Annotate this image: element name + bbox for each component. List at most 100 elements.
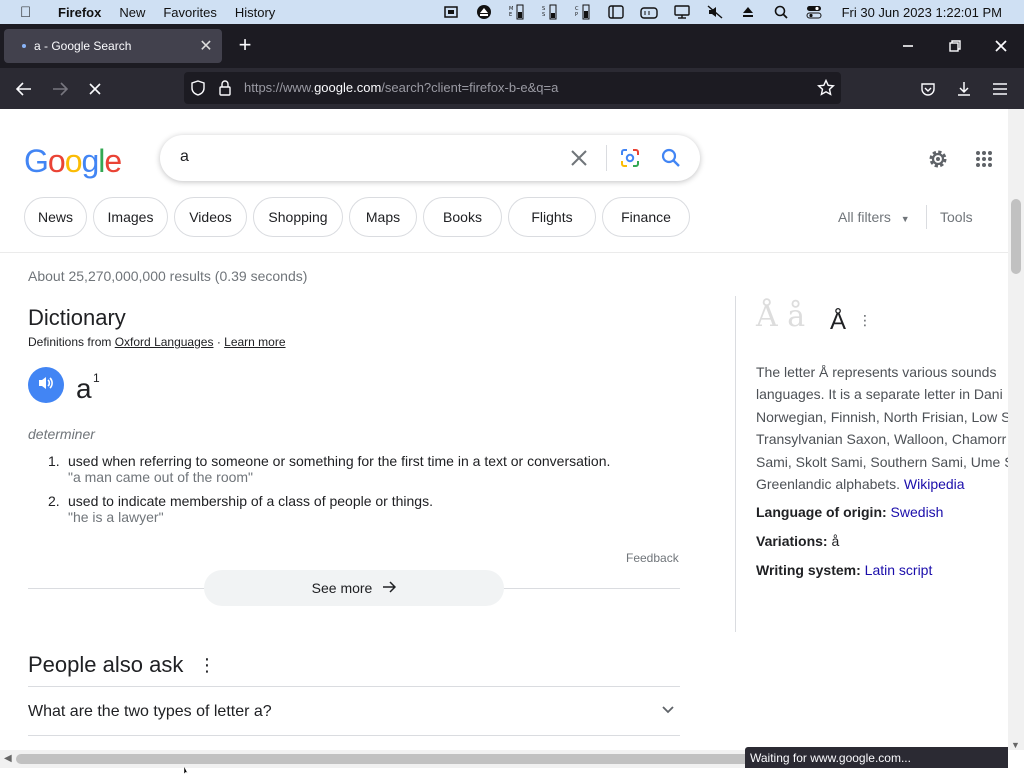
knowledge-panel-title: Å (830, 308, 847, 335)
fact-label: Language of origin: (756, 504, 887, 520)
scroll-down-arrow-icon[interactable]: ▼ (1011, 740, 1020, 750)
source-separator: · (216, 335, 221, 349)
google-logo[interactable]: Google (24, 143, 122, 180)
scrollbar-thumb[interactable] (1011, 199, 1021, 274)
clear-search-icon[interactable] (570, 145, 588, 173)
fact-value-link[interactable]: Swedish (891, 504, 944, 520)
pocket-icon[interactable] (915, 76, 941, 102)
search-box[interactable]: a (160, 135, 700, 181)
definition-example: "a man came out of the room" (68, 469, 254, 485)
chip-books[interactable]: Books (423, 197, 502, 237)
minimize-button[interactable] (896, 34, 920, 58)
spotlight-search-icon[interactable] (771, 4, 791, 20)
sidebar-icon[interactable] (606, 4, 626, 20)
disk-icon[interactable] (441, 4, 461, 20)
google-lens-icon[interactable] (620, 148, 640, 168)
definition-number: 1. (48, 453, 60, 469)
fact-value-link[interactable]: Latin script (865, 562, 933, 578)
chip-videos[interactable]: Videos (174, 197, 247, 237)
hamburger-menu-icon[interactable] (987, 76, 1013, 102)
close-window-button[interactable] (989, 34, 1013, 58)
tools-button[interactable]: Tools (940, 209, 973, 225)
paa-divider (28, 735, 680, 736)
knowledge-panel-more-icon[interactable]: ⋮ (858, 312, 872, 329)
learn-more-link[interactable]: Learn more (224, 335, 285, 349)
svg-text:P: P (575, 12, 578, 18)
search-icon[interactable] (660, 147, 682, 169)
all-filters-button[interactable]: All filters ▼ (838, 209, 910, 225)
tab-active[interactable]: a - Google Search ✕ (4, 29, 222, 63)
bookmark-star-icon[interactable] (816, 78, 836, 102)
see-more-button[interactable]: See more (204, 570, 504, 606)
url-path: /search?client=firefox-b-e&q=a (381, 80, 559, 95)
tools-divider (926, 205, 927, 229)
scroll-left-arrow-icon[interactable]: ◀ (4, 753, 12, 764)
menubar:  Firefox New Favorites History ME SS CP… (0, 0, 1024, 24)
tab-bar: a - Google Search ✕ + (0, 24, 1024, 68)
definition-example: "he is a lawyer" (68, 509, 164, 525)
dictionary-title: Dictionary (28, 305, 126, 330)
chip-shopping[interactable]: Shopping (253, 197, 343, 237)
more-options-icon[interactable]: ⋮ (198, 655, 216, 676)
chip-flights[interactable]: Flights (508, 197, 596, 237)
forward-button[interactable] (47, 76, 73, 102)
speaker-icon (37, 375, 55, 396)
menubar-tray: ME SS CP Fri 30 Jun 2023 1:22:01 PM (428, 0, 1024, 24)
paa-question[interactable]: What are the two types of letter a? (28, 703, 272, 721)
knowledge-panel-image[interactable]: Å å (756, 299, 812, 339)
eject-icon[interactable] (738, 4, 758, 20)
lock-icon[interactable] (218, 80, 232, 101)
search-separator (606, 145, 607, 171)
stop-loading-button[interactable] (82, 76, 108, 102)
part-of-speech: determiner (28, 426, 95, 442)
arrow-right-icon (382, 580, 397, 596)
chevron-down-icon[interactable] (660, 701, 676, 717)
pronunciation-speaker-button[interactable] (28, 367, 64, 403)
memory-meter-icon[interactable]: ME (507, 4, 527, 20)
new-tab-button[interactable]: + (234, 34, 256, 58)
display-icon[interactable] (672, 4, 692, 20)
google-apps-icon[interactable] (975, 150, 993, 173)
downloads-icon[interactable] (951, 76, 977, 102)
url-bar[interactable]: https://www.google.com/search?client=fir… (184, 72, 841, 104)
url-text[interactable]: https://www.google.com/search?client=fir… (244, 80, 558, 95)
menu-app-name[interactable]: Firefox (58, 5, 101, 20)
fact-value: å (831, 533, 840, 549)
chip-finance[interactable]: Finance (602, 197, 690, 237)
url-prefix: https://www. (244, 80, 315, 95)
back-button[interactable] (11, 76, 37, 102)
dictionary-word: a (76, 373, 92, 404)
chip-images[interactable]: Images (93, 197, 168, 237)
knowledge-panel-description: The letter Å represents various sounds l… (756, 361, 1008, 495)
tab-close-icon[interactable]: ✕ (196, 36, 216, 56)
chip-news[interactable]: News (24, 197, 87, 237)
tracking-protection-shield-icon[interactable] (190, 80, 206, 101)
menu-favorites[interactable]: Favorites (163, 5, 216, 20)
settings-gear-icon[interactable] (927, 148, 949, 175)
description-line: Greenlandic alphabets. (756, 476, 900, 493)
feedback-link[interactable]: Feedback (626, 551, 679, 565)
cpu-meter-icon[interactable]: CP (573, 4, 593, 20)
web-page: Google a News Images Videos Shopping Map… (0, 109, 1008, 750)
definition-text: used when referring to someone or someth… (68, 453, 611, 469)
menubar-clock[interactable]: Fri 30 Jun 2023 1:22:01 PM (842, 5, 1002, 20)
menu-history[interactable]: History (235, 5, 275, 20)
control-center-icon[interactable] (804, 4, 824, 20)
mute-icon[interactable] (705, 4, 725, 20)
apple-icon[interactable]:  (20, 4, 42, 21)
tab-loading-indicator (22, 44, 26, 48)
menu-new[interactable]: New (119, 5, 145, 20)
dropdown-caret-icon: ▼ (900, 214, 910, 224)
search-query[interactable]: a (180, 148, 189, 166)
cloud-drive-icon[interactable] (639, 4, 659, 20)
wikipedia-link[interactable]: Wikipedia (904, 476, 965, 492)
ssd-meter-icon[interactable]: SS (540, 4, 560, 20)
result-stats: About 25,270,000,000 results (0.39 secon… (28, 268, 308, 284)
vertical-scrollbar[interactable]: ▼ (1008, 109, 1024, 750)
description-line: languages. It is a separate letter in Da… (756, 386, 1003, 403)
eject-circle-icon[interactable] (474, 4, 494, 20)
restore-button[interactable] (943, 34, 967, 58)
source-prefix: Definitions from (28, 335, 112, 349)
chip-maps[interactable]: Maps (349, 197, 417, 237)
oxford-languages-link[interactable]: Oxford Languages (115, 335, 214, 349)
